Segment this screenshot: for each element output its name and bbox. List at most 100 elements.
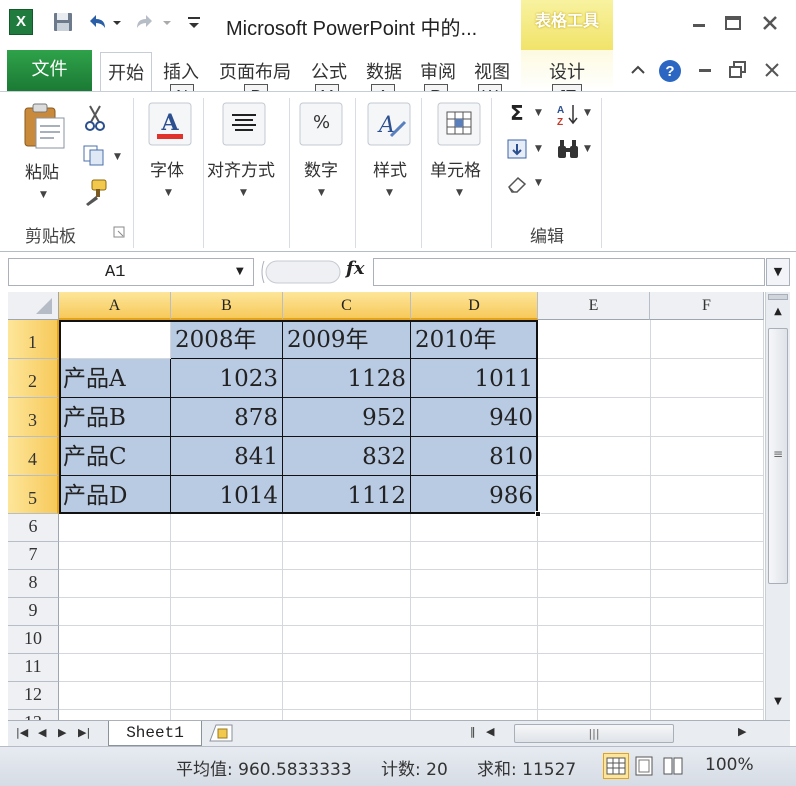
formula-bar: A1 ▼ fx ▼ bbox=[0, 252, 796, 292]
svg-text:Σ: Σ bbox=[510, 102, 524, 124]
formula-bar-resizer-icon[interactable] bbox=[258, 258, 344, 290]
undo-dropdown-icon[interactable] bbox=[112, 9, 122, 37]
format-painter-icon[interactable] bbox=[82, 178, 108, 210]
styles-label[interactable]: 样式 bbox=[373, 156, 407, 181]
copy-dropdown-icon[interactable]: ▼ bbox=[114, 152, 121, 162]
window-title: Microsoft PowerPoint 中的... bbox=[226, 18, 478, 40]
insert-function-icon[interactable]: fx bbox=[346, 258, 364, 279]
save-icon[interactable] bbox=[52, 9, 74, 37]
vertical-split-handle[interactable] bbox=[768, 294, 788, 300]
close-icon[interactable] bbox=[759, 12, 781, 34]
vertical-scrollbar[interactable]: ▲ ≡ ▼ bbox=[765, 292, 790, 720]
copy-icon[interactable] bbox=[82, 144, 108, 170]
paste-label[interactable]: 粘贴 bbox=[25, 158, 59, 183]
scroll-down-icon[interactable]: ▼ bbox=[768, 696, 788, 714]
sort-filter-icon[interactable]: AZ bbox=[556, 102, 582, 130]
paste-dropdown-icon[interactable]: ▼ bbox=[40, 190, 47, 200]
hscroll-split-handle[interactable]: ‖ bbox=[470, 725, 476, 738]
tab-data[interactable]: 数据 bbox=[366, 58, 402, 84]
number-dropdown-icon[interactable]: ▼ bbox=[318, 188, 325, 198]
tab-view[interactable]: 视图 bbox=[474, 58, 510, 84]
ribbon-tab-row: 文件 开始 插入 N 页面布局 P 公式 M 数据 A 审阅 R 视图 W 设计… bbox=[0, 50, 796, 110]
autosum-dropdown-icon[interactable]: ▼ bbox=[535, 108, 542, 118]
paste-icon[interactable] bbox=[22, 102, 68, 156]
excel-icon[interactable]: X bbox=[9, 9, 33, 35]
group-separator bbox=[133, 98, 134, 248]
prev-sheet-icon[interactable]: ◀ bbox=[38, 726, 46, 739]
title-bar: X Microsoft PowerPoint 中的... 表格工具 bbox=[0, 0, 796, 50]
horizontal-scroll-thumb[interactable]: ||| bbox=[514, 724, 674, 743]
tab-design[interactable]: 设计 bbox=[549, 58, 585, 84]
font-dropdown-icon[interactable]: ▼ bbox=[165, 188, 172, 198]
group-separator bbox=[355, 98, 356, 248]
tab-home[interactable]: 开始 bbox=[100, 52, 152, 91]
clipboard-launcher-icon[interactable] bbox=[113, 226, 125, 242]
font-label[interactable]: 字体 bbox=[150, 156, 184, 181]
help-icon[interactable]: ? bbox=[658, 59, 681, 82]
redo-dropdown-icon[interactable] bbox=[162, 9, 172, 37]
doc-minimize-icon[interactable] bbox=[694, 59, 716, 81]
minimize-icon[interactable] bbox=[688, 12, 710, 34]
group-separator bbox=[289, 98, 290, 248]
find-dropdown-icon[interactable]: ▼ bbox=[584, 144, 591, 154]
scroll-up-icon[interactable]: ▲ bbox=[768, 306, 788, 324]
scroll-right-icon[interactable]: ▶ bbox=[738, 725, 746, 738]
customize-toolbar-icon[interactable] bbox=[186, 9, 202, 37]
alignment-label[interactable]: 对齐方式 bbox=[207, 156, 275, 181]
scroll-left-icon[interactable]: ◀ bbox=[486, 725, 494, 738]
find-select-icon[interactable] bbox=[556, 138, 582, 166]
alignment-icon[interactable] bbox=[222, 102, 266, 150]
insert-sheet-icon[interactable] bbox=[206, 723, 236, 743]
fill-icon[interactable] bbox=[506, 138, 530, 166]
group-separator bbox=[421, 98, 422, 248]
tab-page-layout[interactable]: 页面布局 bbox=[219, 58, 291, 84]
font-icon[interactable]: A bbox=[148, 102, 192, 150]
redo-icon[interactable] bbox=[134, 9, 156, 37]
fill-handle[interactable] bbox=[535, 511, 541, 517]
autosum-icon[interactable]: Σ bbox=[508, 101, 530, 128]
sheet-tab-sheet1[interactable]: Sheet1 bbox=[108, 721, 202, 746]
clear-icon[interactable] bbox=[506, 172, 530, 198]
last-sheet-icon[interactable]: ▶| bbox=[78, 726, 90, 739]
page-layout-view-icon[interactable] bbox=[631, 753, 657, 779]
restore-icon[interactable] bbox=[722, 12, 744, 34]
svg-text:A: A bbox=[557, 105, 564, 116]
worksheet-grid[interactable]: A B C D E F 1 2 3 4 5 6 7 8 9 10 11 12 1… bbox=[8, 292, 764, 720]
cells-dropdown-icon[interactable]: ▼ bbox=[456, 188, 463, 198]
name-box[interactable]: A1 bbox=[8, 258, 254, 286]
table-tools-header: 表格工具 bbox=[521, 0, 613, 50]
tab-file[interactable]: 文件 bbox=[7, 50, 92, 91]
first-sheet-icon[interactable]: |◀ bbox=[16, 726, 28, 739]
tab-insert[interactable]: 插入 bbox=[163, 58, 199, 84]
number-label[interactable]: 数字 bbox=[304, 156, 338, 181]
status-count: 计数: 20 bbox=[381, 760, 448, 780]
styles-dropdown-icon[interactable]: ▼ bbox=[386, 188, 393, 198]
cut-icon[interactable] bbox=[84, 104, 106, 136]
expand-formula-bar-icon[interactable]: ▼ bbox=[766, 258, 790, 286]
zoom-level[interactable]: 100% bbox=[705, 755, 754, 775]
name-box-dropdown-icon[interactable]: ▼ bbox=[236, 266, 244, 277]
doc-restore-icon[interactable] bbox=[727, 59, 749, 81]
cells-icon[interactable] bbox=[437, 102, 481, 150]
next-sheet-icon[interactable]: ▶ bbox=[58, 726, 66, 739]
alignment-dropdown-icon[interactable]: ▼ bbox=[240, 188, 247, 198]
status-sum: 求和: 11527 bbox=[477, 760, 577, 780]
tab-review[interactable]: 审阅 bbox=[420, 58, 456, 84]
cells-label[interactable]: 单元格 bbox=[430, 156, 481, 181]
undo-icon[interactable] bbox=[86, 9, 108, 37]
sort-dropdown-icon[interactable]: ▼ bbox=[584, 108, 591, 118]
clipboard-group-label: 剪贴板 bbox=[25, 227, 76, 247]
fill-dropdown-icon[interactable]: ▼ bbox=[535, 144, 542, 154]
styles-icon[interactable]: A bbox=[367, 102, 411, 150]
normal-view-icon[interactable] bbox=[603, 753, 629, 779]
svg-text:?: ? bbox=[665, 63, 674, 80]
number-format-glyph: % bbox=[313, 112, 331, 133]
page-break-view-icon[interactable] bbox=[660, 753, 686, 779]
tab-formulas[interactable]: 公式 bbox=[311, 58, 347, 84]
horizontal-scrollbar[interactable]: ‖ ◀ ||| ▶ bbox=[470, 723, 762, 745]
doc-close-icon[interactable] bbox=[761, 59, 783, 81]
collapse-ribbon-icon[interactable] bbox=[627, 59, 649, 81]
vertical-scroll-thumb[interactable]: ≡ bbox=[768, 328, 788, 584]
clear-dropdown-icon[interactable]: ▼ bbox=[535, 178, 542, 188]
formula-input[interactable] bbox=[373, 258, 765, 286]
